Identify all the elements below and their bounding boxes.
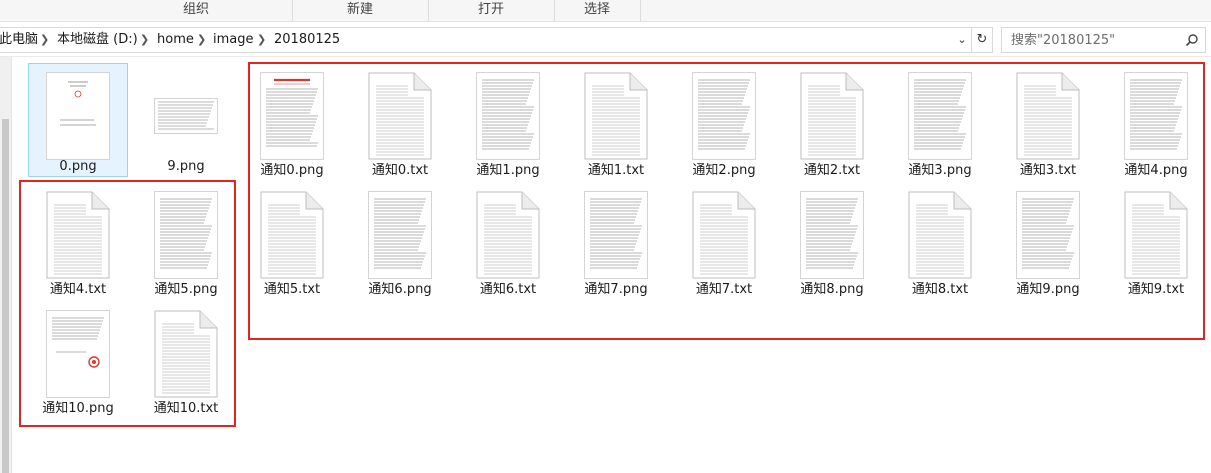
image-thumbnail-icon — [46, 72, 110, 160]
breadcrumb-this-pc[interactable]: 此电脑 — [0, 28, 38, 52]
file-item[interactable]: 0.png — [28, 63, 128, 177]
file-name-label: 通知7.txt — [695, 282, 753, 297]
ribbon-group-select[interactable]: 选择 — [554, 0, 641, 21]
text-file-icon — [1124, 191, 1188, 279]
file-name-label: 通知9.png — [1016, 282, 1080, 297]
file-name-label: 通知4.txt — [49, 282, 107, 297]
file-item[interactable]: 通知5.txt — [242, 182, 342, 297]
file-name-label: 通知1.txt — [587, 163, 645, 178]
file-item[interactable]: 通知2.png — [674, 63, 774, 178]
file-name-label: 通知4.png — [1124, 163, 1188, 178]
file-name-label: 通知0.txt — [371, 163, 429, 178]
file-item[interactable]: 通知0.png — [242, 63, 342, 178]
file-item[interactable]: 通知9.png — [998, 182, 1098, 297]
image-thumbnail-icon — [46, 310, 110, 398]
search-input[interactable] — [1002, 28, 1187, 52]
file-item[interactable]: 通知5.png — [136, 182, 236, 297]
file-item[interactable]: 通知8.png — [782, 182, 882, 297]
file-item[interactable]: 通知7.png — [566, 182, 666, 297]
address-row: 此电脑 ❯ 本地磁盘 (D:) ❯ home ❯ image ❯ 2018012… — [0, 22, 1211, 57]
file-item[interactable]: 9.png — [136, 63, 236, 177]
file-item[interactable]: 通知6.png — [350, 182, 450, 297]
text-file-icon — [692, 191, 756, 279]
text-file-icon — [154, 310, 218, 398]
image-thumbnail-icon — [908, 72, 972, 160]
file-item[interactable]: 通知1.txt — [566, 63, 666, 178]
text-file-icon — [800, 72, 864, 160]
text-file-icon — [368, 72, 432, 160]
file-item[interactable]: 通知6.txt — [458, 182, 558, 297]
image-thumbnail-icon — [1124, 72, 1188, 160]
address-dropdown-icon[interactable]: ⌄ — [953, 28, 971, 52]
file-name-label: 通知2.txt — [803, 163, 861, 178]
file-name-label: 通知7.png — [584, 282, 648, 297]
file-name-label: 通知5.png — [154, 282, 218, 297]
file-item[interactable]: 通知4.txt — [28, 182, 128, 297]
ribbon-group-organize[interactable]: 组织 — [100, 0, 293, 21]
breadcrumb-separator-icon[interactable]: ❯ — [197, 28, 206, 52]
search-icon[interactable] — [1185, 33, 1199, 47]
text-file-icon — [1016, 72, 1080, 160]
image-thumbnail-icon — [154, 191, 218, 279]
image-thumbnail-icon — [260, 72, 324, 160]
breadcrumb-current-folder[interactable]: 20180125 — [274, 28, 340, 52]
file-name-label: 通知10.png — [42, 401, 114, 416]
address-bar[interactable]: 此电脑 ❯ 本地磁盘 (D:) ❯ home ❯ image ❯ 2018012… — [0, 27, 972, 53]
file-item[interactable]: 通知10.txt — [136, 301, 236, 416]
scrollbar-thumb[interactable] — [2, 119, 9, 473]
file-item[interactable]: 通知8.txt — [890, 182, 990, 297]
image-thumbnail-icon — [692, 72, 756, 160]
file-name-label: 通知3.png — [908, 163, 972, 178]
file-name-label: 通知9.txt — [1127, 282, 1185, 297]
file-name-label: 9.png — [167, 159, 205, 174]
navigation-pane-scrollbar[interactable] — [0, 57, 12, 473]
file-name-label: 通知0.png — [260, 163, 324, 178]
file-item[interactable]: 通知7.txt — [674, 182, 774, 297]
breadcrumb-home[interactable]: home — [157, 28, 194, 52]
image-thumbnail-icon — [800, 191, 864, 279]
refresh-icon[interactable]: ↻ — [972, 27, 993, 53]
breadcrumb-separator-icon[interactable]: ❯ — [40, 28, 49, 52]
text-file-icon — [908, 191, 972, 279]
file-name-label: 通知5.txt — [263, 282, 321, 297]
file-name-label: 通知6.png — [368, 282, 432, 297]
file-item[interactable]: 通知10.png — [28, 301, 128, 416]
ribbon-group-open[interactable]: 打开 — [428, 0, 555, 21]
file-name-label: 通知8.txt — [911, 282, 969, 297]
file-item[interactable]: 通知9.txt — [1106, 182, 1206, 297]
file-name-label: 0.png — [59, 159, 97, 174]
file-item[interactable]: 通知0.txt — [350, 63, 450, 178]
text-file-icon — [584, 72, 648, 160]
image-thumbnail-icon — [1016, 191, 1080, 279]
file-name-label: 通知8.png — [800, 282, 864, 297]
file-name-label: 通知2.png — [692, 163, 756, 178]
text-file-icon — [476, 191, 540, 279]
file-item[interactable]: 通知4.png — [1106, 63, 1206, 178]
ribbon-group-bar: 组织 新建 打开 选择 — [0, 0, 1211, 22]
file-item[interactable]: 通知3.png — [890, 63, 990, 178]
text-file-icon — [46, 191, 110, 279]
file-name-label: 通知1.png — [476, 163, 540, 178]
ribbon-group-new[interactable]: 新建 — [292, 0, 429, 21]
file-name-label: 通知6.txt — [479, 282, 537, 297]
image-thumbnail-icon — [154, 72, 218, 160]
file-item[interactable]: 通知2.txt — [782, 63, 882, 178]
breadcrumb-separator-icon[interactable]: ❯ — [140, 28, 149, 52]
image-thumbnail-icon — [368, 191, 432, 279]
text-file-icon — [260, 191, 324, 279]
file-item[interactable]: 通知1.png — [458, 63, 558, 178]
breadcrumb-image[interactable]: image — [213, 28, 254, 52]
file-item[interactable]: 通知3.txt — [998, 63, 1098, 178]
search-box[interactable] — [1001, 27, 1206, 53]
breadcrumb-separator-icon[interactable]: ❯ — [257, 28, 266, 52]
image-thumbnail-icon — [476, 72, 540, 160]
image-thumbnail-icon — [584, 191, 648, 279]
file-name-label: 通知3.txt — [1019, 163, 1077, 178]
file-name-label: 通知10.txt — [153, 401, 219, 416]
breadcrumb-local-disk[interactable]: 本地磁盘 (D:) — [57, 28, 138, 52]
